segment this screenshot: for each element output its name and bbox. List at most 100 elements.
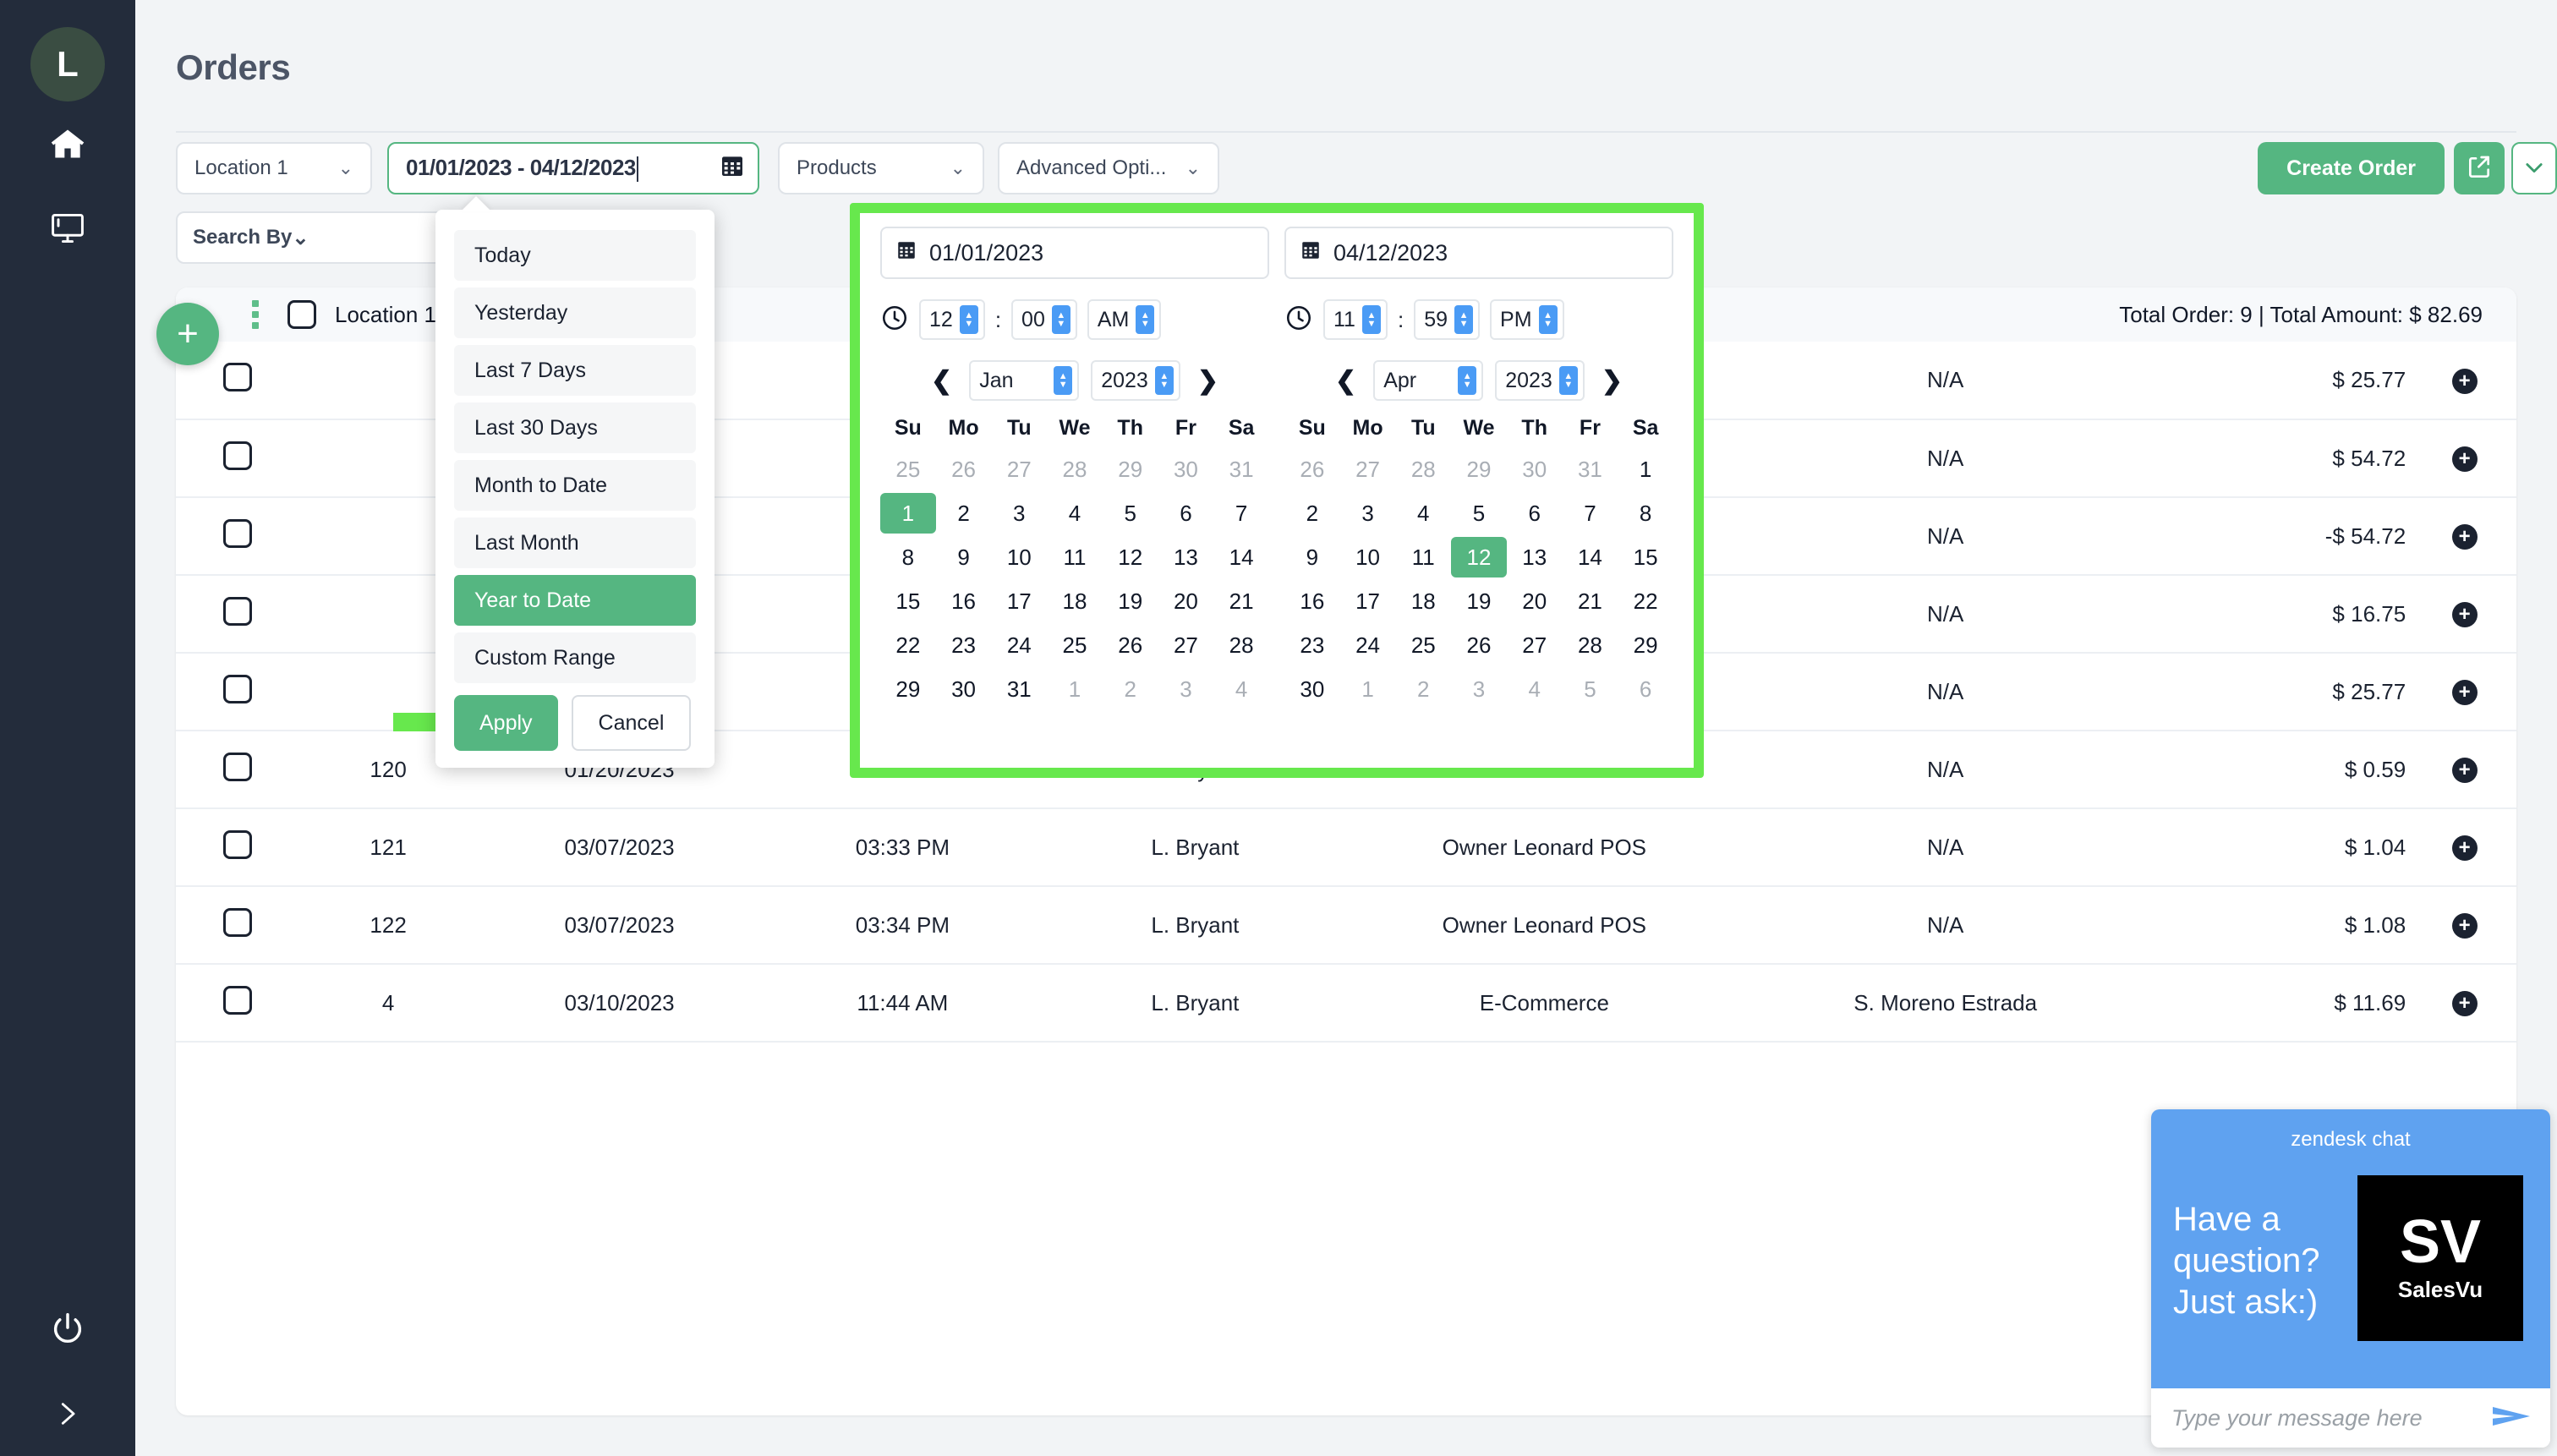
- drag-handle-icon[interactable]: [252, 300, 259, 329]
- calendar-day[interactable]: 27: [1340, 449, 1396, 490]
- calendar-day[interactable]: 10: [1340, 537, 1396, 577]
- preset-year-to-date[interactable]: Year to Date: [454, 575, 696, 626]
- prev-month-icon[interactable]: ❮: [926, 366, 957, 396]
- row-checkbox[interactable]: [223, 986, 252, 1015]
- export-button[interactable]: [2454, 142, 2505, 194]
- calendar-day[interactable]: 24: [991, 625, 1047, 665]
- expand-row-icon[interactable]: +: [2452, 602, 2478, 627]
- expand-row-icon[interactable]: +: [2452, 369, 2478, 394]
- stepper-arrows-icon[interactable]: ▲▼: [1054, 366, 1072, 395]
- add-location-button[interactable]: +: [156, 303, 219, 365]
- calendar-day[interactable]: 1: [1047, 669, 1103, 709]
- calendar-day[interactable]: 6: [1618, 669, 1673, 709]
- expand-row-icon[interactable]: +: [2452, 991, 2478, 1016]
- end-date-input[interactable]: 04/12/2023: [1284, 227, 1673, 279]
- calendar-day[interactable]: 7: [1213, 493, 1269, 534]
- stepper-arrows-icon[interactable]: ▲▼: [960, 305, 978, 334]
- start-minute-stepper[interactable]: 00 ▲▼: [1011, 299, 1077, 340]
- calendar-day[interactable]: 30: [1158, 449, 1214, 490]
- apply-button[interactable]: Apply: [454, 695, 558, 751]
- sidebar-item-register[interactable]: [0, 186, 135, 271]
- calendar-day[interactable]: 19: [1451, 581, 1507, 621]
- preset-last-7-days[interactable]: Last 7 Days: [454, 345, 696, 396]
- calendar-icon[interactable]: [719, 152, 746, 185]
- stepper-arrows-icon[interactable]: ▲▼: [1539, 305, 1558, 334]
- more-actions-button[interactable]: [2511, 142, 2557, 194]
- table-row[interactable]: 12203/07/202303:34 PML. BryantOwner Leon…: [176, 886, 2516, 964]
- start-month-select[interactable]: Jan ▲▼: [969, 360, 1079, 401]
- calendar-day[interactable]: 28: [1047, 449, 1103, 490]
- calendar-day[interactable]: 5: [1103, 493, 1158, 534]
- stepper-arrows-icon[interactable]: ▲▼: [1136, 305, 1154, 334]
- start-year-select[interactable]: 2023 ▲▼: [1091, 360, 1180, 401]
- calendar-day[interactable]: 3: [1158, 669, 1214, 709]
- calendar-day[interactable]: 25: [1395, 625, 1451, 665]
- stepper-arrows-icon[interactable]: ▲▼: [1155, 366, 1174, 395]
- calendar-day[interactable]: 1: [1340, 669, 1396, 709]
- calendar-day[interactable]: 25: [880, 449, 936, 490]
- search-by-select[interactable]: Search By ⌄: [176, 211, 337, 264]
- calendar-day[interactable]: 26: [936, 449, 992, 490]
- calendar-day[interactable]: 8: [880, 537, 936, 577]
- calendar-day[interactable]: 9: [936, 537, 992, 577]
- calendar-day[interactable]: 23: [1284, 625, 1340, 665]
- row-checkbox[interactable]: [223, 753, 252, 781]
- calendar-day[interactable]: 4: [1507, 669, 1563, 709]
- calendar-day[interactable]: 1: [1618, 449, 1673, 490]
- calendar-day[interactable]: 17: [1340, 581, 1396, 621]
- calendar-day[interactable]: 29: [1103, 449, 1158, 490]
- row-checkbox[interactable]: [223, 597, 252, 626]
- date-range-input[interactable]: 01/01/2023 - 04/12/2023: [387, 142, 759, 194]
- calendar-day[interactable]: 22: [1618, 581, 1673, 621]
- calendar-day[interactable]: 20: [1507, 581, 1563, 621]
- stepper-arrows-icon[interactable]: ▲▼: [1362, 305, 1381, 334]
- table-row[interactable]: 12103/07/202303:33 PML. BryantOwner Leon…: [176, 808, 2516, 886]
- end-year-select[interactable]: 2023 ▲▼: [1495, 360, 1585, 401]
- group-select-checkbox[interactable]: [287, 300, 316, 329]
- calendar-day[interactable]: 17: [991, 581, 1047, 621]
- prev-month-icon[interactable]: ❮: [1330, 366, 1361, 396]
- calendar-day[interactable]: 28: [1563, 625, 1618, 665]
- calendar-day[interactable]: 13: [1507, 537, 1563, 577]
- sidebar-item-home[interactable]: [0, 101, 135, 186]
- calendar-day[interactable]: 5: [1451, 493, 1507, 534]
- calendar-day[interactable]: 4: [1395, 493, 1451, 534]
- advanced-options-select[interactable]: Advanced Opti... ⌄: [998, 142, 1219, 194]
- expand-row-icon[interactable]: +: [2452, 524, 2478, 550]
- products-select[interactable]: Products ⌄: [778, 142, 984, 194]
- calendar-day[interactable]: 11: [1047, 537, 1103, 577]
- calendar-day[interactable]: 4: [1047, 493, 1103, 534]
- calendar-day[interactable]: 7: [1563, 493, 1618, 534]
- calendar-day[interactable]: 4: [1213, 669, 1269, 709]
- start-date-input[interactable]: 01/01/2023: [880, 227, 1269, 279]
- create-order-button[interactable]: Create Order: [2258, 142, 2445, 194]
- calendar-day[interactable]: 10: [991, 537, 1047, 577]
- calendar-day[interactable]: 23: [936, 625, 992, 665]
- calendar-day[interactable]: 27: [1507, 625, 1563, 665]
- expand-row-icon[interactable]: +: [2452, 680, 2478, 705]
- calendar-day[interactable]: 15: [880, 581, 936, 621]
- calendar-day[interactable]: 26: [1103, 625, 1158, 665]
- calendar-day[interactable]: 5: [1563, 669, 1618, 709]
- calendar-day[interactable]: 2: [1103, 669, 1158, 709]
- preset-yesterday[interactable]: Yesterday: [454, 287, 696, 338]
- calendar-day[interactable]: 2: [1284, 493, 1340, 534]
- calendar-day[interactable]: 19: [1103, 581, 1158, 621]
- preset-today[interactable]: Today: [454, 230, 696, 281]
- send-icon[interactable]: [2493, 1404, 2530, 1433]
- calendar-day[interactable]: 28: [1213, 625, 1269, 665]
- calendar-day[interactable]: 14: [1563, 537, 1618, 577]
- preset-month-to-date[interactable]: Month to Date: [454, 460, 696, 511]
- stepper-arrows-icon[interactable]: ▲▼: [1559, 366, 1578, 395]
- calendar-day[interactable]: 18: [1395, 581, 1451, 621]
- row-checkbox[interactable]: [223, 908, 252, 937]
- calendar-day[interactable]: 11: [1395, 537, 1451, 577]
- calendar-day[interactable]: 30: [936, 669, 992, 709]
- table-row[interactable]: 403/10/202311:44 AML. BryantE-CommerceS.…: [176, 964, 2516, 1042]
- calendar-day[interactable]: 28: [1395, 449, 1451, 490]
- row-checkbox[interactable]: [223, 675, 252, 703]
- start-hour-stepper[interactable]: 12 ▲▼: [919, 299, 985, 340]
- stepper-arrows-icon[interactable]: ▲▼: [1458, 366, 1476, 395]
- expand-row-icon[interactable]: +: [2452, 913, 2478, 939]
- chat-input-row[interactable]: Type your message here: [2151, 1388, 2550, 1448]
